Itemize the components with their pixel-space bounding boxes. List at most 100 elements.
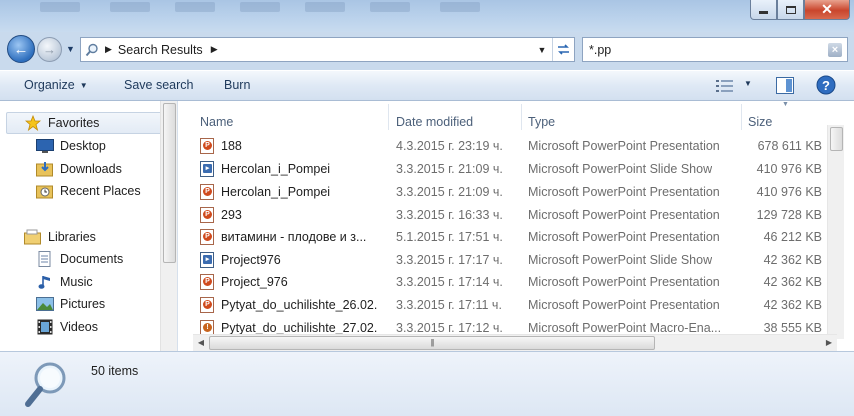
file-size: 129 728 KB (756, 208, 822, 222)
save-search-button[interactable]: Save search (124, 78, 193, 92)
minimize-button[interactable] (750, 0, 777, 20)
details-pane: 50 items (0, 351, 854, 416)
scrollbar-thumb[interactable]: ||| (209, 336, 655, 350)
powerpoint-slideshow-icon: ▸ (200, 161, 214, 177)
powerpoint-file-icon: P (200, 297, 214, 313)
clear-search-button[interactable]: × (828, 42, 842, 57)
column-divider[interactable] (521, 104, 522, 130)
file-list-vertical-scrollbar[interactable] (827, 125, 844, 339)
videos-icon (36, 319, 54, 335)
organize-label: Organize (24, 78, 75, 92)
save-search-label: Save search (124, 78, 194, 92)
nav-downloads-label: Downloads (60, 162, 122, 176)
scrollbar-thumb[interactable] (830, 127, 843, 151)
maximize-button[interactable] (777, 0, 804, 20)
nav-desktop-label: Desktop (60, 139, 106, 153)
column-header-name[interactable]: Name (200, 115, 233, 129)
file-row[interactable]: ▸ Hercolan_i_Pompei 3.3.2015 г. 21:09 ч.… (193, 158, 831, 180)
file-date: 3.3.2015 г. 21:09 ч. (396, 185, 503, 199)
window-controls: ✕ (750, 0, 850, 20)
column-header-type[interactable]: Type (528, 115, 555, 129)
nav-pictures[interactable]: Pictures (36, 294, 105, 314)
address-bar[interactable]: ▶ Search Results ▶ ▼ (80, 37, 575, 62)
nav-favorites[interactable]: Favorites (24, 113, 99, 133)
file-type: Microsoft PowerPoint Presentation (528, 275, 720, 289)
file-row[interactable]: P Hercolan_i_Pompei 3.3.2015 г. 21:09 ч.… (193, 181, 831, 203)
nav-documents[interactable]: Documents (36, 249, 123, 269)
refresh-button[interactable] (552, 38, 574, 61)
column-header-size[interactable]: Size (748, 115, 772, 129)
file-size: 410 976 KB (756, 162, 822, 176)
change-view-button[interactable] (716, 79, 734, 96)
file-row[interactable]: P витамини - плодове и з... 5.1.2015 г. … (193, 226, 831, 248)
file-type: Microsoft PowerPoint Presentation (528, 185, 720, 199)
command-bar: Organize ▼ Save search Burn ▼ ? (0, 70, 854, 101)
burn-button[interactable]: Burn (224, 78, 250, 92)
file-name: Pytyat_do_uchilishte_26.02. (221, 298, 378, 312)
file-size: 678 611 KB (757, 139, 822, 153)
file-date: 3.3.2015 г. 17:14 ч. (396, 275, 503, 289)
file-row[interactable]: P 188 4.3.2015 г. 23:19 ч. Microsoft Pow… (193, 135, 831, 157)
address-dropdown-icon[interactable]: ▼ (532, 45, 552, 55)
nav-videos-label: Videos (60, 320, 98, 334)
nav-recent-places[interactable]: Recent Places (36, 181, 141, 201)
back-button[interactable]: ← (7, 35, 35, 63)
file-row[interactable]: P 293 3.3.2015 г. 16:33 ч. Microsoft Pow… (193, 204, 831, 226)
file-date: 3.3.2015 г. 17:11 ч. (396, 298, 502, 312)
file-type: Microsoft PowerPoint Slide Show (528, 162, 713, 176)
breadcrumb-separator-icon[interactable]: ▶ (105, 44, 112, 55)
scroll-right-icon[interactable]: ▶ (821, 335, 837, 351)
help-button[interactable]: ? (816, 75, 836, 98)
desktop-icon (36, 138, 54, 154)
recent-places-icon (36, 183, 54, 199)
file-date: 3.3.2015 г. 17:17 ч. (396, 253, 503, 267)
nav-pictures-label: Pictures (60, 297, 106, 311)
nav-libraries[interactable]: Libraries (24, 227, 96, 247)
search-input[interactable]: *.pp (589, 43, 611, 57)
preview-pane-button[interactable] (776, 77, 794, 97)
file-name: Project_976 (221, 275, 288, 289)
view-options-dropdown[interactable]: ▼ (744, 79, 752, 88)
column-divider[interactable] (741, 104, 742, 130)
file-size: 42 362 KB (763, 253, 822, 267)
navigation-pane-scrollbar[interactable] (160, 101, 177, 351)
file-name: витамини - плодове и з... (221, 230, 367, 244)
refresh-icon (558, 44, 569, 55)
column-divider[interactable] (388, 104, 389, 130)
search-box[interactable]: *.pp × (582, 37, 848, 62)
libraries-icon (24, 229, 42, 245)
title-bar: ✕ (0, 0, 854, 32)
nav-videos[interactable]: Videos (36, 317, 98, 337)
breadcrumb-search-results[interactable]: Search Results (118, 43, 203, 57)
pictures-icon (36, 296, 54, 312)
nav-music[interactable]: Music (36, 272, 93, 292)
help-icon: ? (816, 75, 836, 95)
breadcrumb-chevron-icon[interactable]: ▶ (211, 44, 218, 55)
details-view-icon (716, 80, 733, 92)
nav-music-label: Music (60, 275, 93, 289)
organize-button[interactable]: Organize ▼ (24, 78, 88, 92)
minimize-icon (759, 11, 768, 14)
close-button[interactable]: ✕ (804, 0, 850, 20)
file-list: Name Date modified Type Size ▼ P 188 4.3… (193, 101, 854, 351)
nav-desktop[interactable]: Desktop (36, 136, 106, 156)
file-name: 293 (221, 208, 242, 222)
file-row[interactable]: P Pytyat_do_uchilishte_26.02. 3.3.2015 г… (193, 294, 831, 316)
nav-downloads[interactable]: Downloads (36, 159, 122, 179)
powerpoint-file-icon: P (200, 274, 214, 290)
scroll-left-icon[interactable]: ◀ (193, 335, 209, 351)
close-icon: × (831, 43, 839, 56)
file-row[interactable]: P Project_976 3.3.2015 г. 17:14 ч. Micro… (193, 271, 831, 293)
scrollbar-thumb[interactable] (163, 103, 176, 263)
file-date: 3.3.2015 г. 21:09 ч. (396, 162, 503, 176)
file-size: 410 976 KB (756, 185, 822, 199)
navigation-pane: Favorites Desktop Downloads Recent Place… (0, 101, 178, 351)
recent-pages-dropdown[interactable]: ▼ (66, 44, 76, 54)
back-arrow-icon: ← (13, 40, 29, 58)
file-row[interactable]: ▸ Project976 3.3.2015 г. 17:17 ч. Micros… (193, 249, 831, 271)
column-header-date-modified[interactable]: Date modified (396, 115, 473, 129)
forward-button[interactable]: → (37, 37, 62, 62)
file-list-horizontal-scrollbar[interactable]: ◀ ||| ▶ (193, 334, 837, 351)
file-size: 42 362 KB (763, 298, 822, 312)
file-date: 4.3.2015 г. 23:19 ч. (396, 139, 503, 153)
